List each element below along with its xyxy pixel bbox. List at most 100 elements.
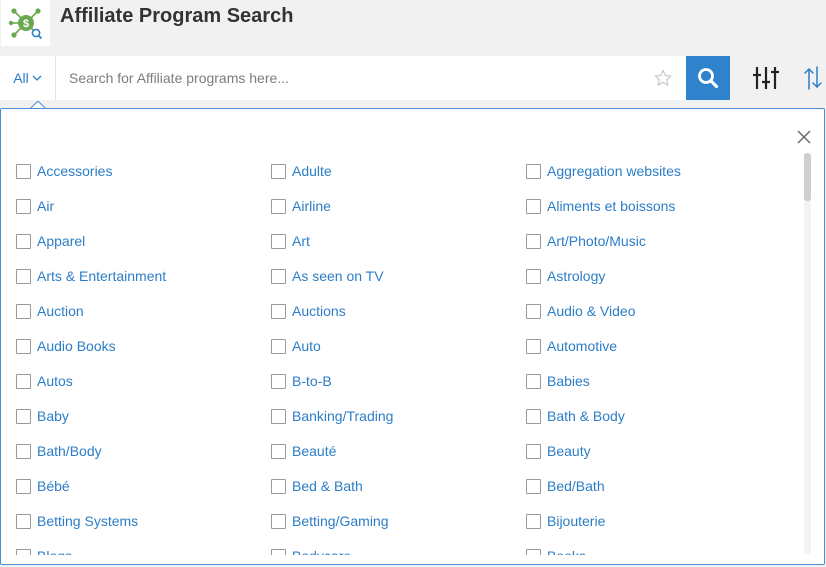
category-checkbox[interactable] bbox=[271, 548, 286, 555]
category-option[interactable]: Bed/Bath bbox=[526, 476, 605, 496]
category-checkbox[interactable] bbox=[526, 373, 541, 389]
category-label[interactable]: Betting/Gaming bbox=[292, 513, 389, 529]
category-checkbox[interactable] bbox=[271, 338, 286, 354]
category-option[interactable]: As seen on TV bbox=[271, 266, 384, 286]
category-checkbox[interactable] bbox=[16, 548, 31, 555]
category-checkbox[interactable] bbox=[16, 373, 31, 389]
category-option[interactable]: Aggregation websites bbox=[526, 161, 681, 181]
category-checkbox[interactable] bbox=[16, 478, 31, 494]
category-checkbox[interactable] bbox=[16, 198, 31, 214]
category-checkbox[interactable] bbox=[271, 233, 286, 249]
category-label[interactable]: Blogs bbox=[37, 548, 72, 555]
category-label[interactable]: Banking/Trading bbox=[292, 408, 393, 424]
category-option[interactable]: Accessories bbox=[16, 161, 112, 181]
category-checkbox[interactable] bbox=[16, 233, 31, 249]
sliders-icon[interactable] bbox=[752, 65, 780, 91]
category-checkbox[interactable] bbox=[16, 338, 31, 354]
scrollbar-thumb[interactable] bbox=[804, 153, 811, 201]
category-option[interactable]: Bath & Body bbox=[526, 406, 625, 426]
category-option[interactable]: Bijouterie bbox=[526, 511, 605, 531]
category-label[interactable]: Art bbox=[292, 233, 310, 249]
category-label[interactable]: Beauty bbox=[547, 443, 591, 459]
category-option[interactable]: Bath/Body bbox=[16, 441, 102, 461]
sort-arrows-icon[interactable] bbox=[803, 65, 823, 91]
category-checkbox[interactable] bbox=[526, 513, 541, 529]
category-option[interactable]: Betting Systems bbox=[16, 511, 138, 531]
category-label[interactable]: Art/Photo/Music bbox=[547, 233, 646, 249]
category-option[interactable]: Autos bbox=[16, 371, 73, 391]
search-input[interactable] bbox=[56, 56, 646, 100]
category-checkbox[interactable] bbox=[271, 163, 286, 179]
category-option[interactable]: Airline bbox=[271, 196, 331, 216]
category-option[interactable]: Beauty bbox=[526, 441, 591, 461]
category-label[interactable]: Bed & Bath bbox=[292, 478, 363, 494]
category-label[interactable]: Aliments et boissons bbox=[547, 198, 675, 214]
category-option[interactable]: Astrology bbox=[526, 266, 605, 286]
app-logo[interactable]: $ bbox=[1, 0, 50, 46]
category-checkbox[interactable] bbox=[526, 233, 541, 249]
category-option[interactable]: Bed & Bath bbox=[271, 476, 363, 496]
category-option[interactable]: Blogs bbox=[16, 546, 72, 555]
category-label[interactable]: Auction bbox=[37, 303, 84, 319]
category-label[interactable]: Bébé bbox=[37, 478, 70, 494]
category-label[interactable]: Betting Systems bbox=[37, 513, 138, 529]
category-label[interactable]: Audio & Video bbox=[547, 303, 635, 319]
category-label[interactable]: Autos bbox=[37, 373, 73, 389]
category-label[interactable]: Air bbox=[37, 198, 54, 214]
category-option[interactable]: Apparel bbox=[16, 231, 85, 251]
category-label[interactable]: Bath/Body bbox=[37, 443, 102, 459]
category-option[interactable]: Auction bbox=[16, 301, 84, 321]
category-label[interactable]: Adulte bbox=[292, 163, 332, 179]
category-checkbox[interactable] bbox=[271, 478, 286, 494]
category-checkbox[interactable] bbox=[271, 198, 286, 214]
category-checkbox[interactable] bbox=[16, 303, 31, 319]
category-label[interactable]: Arts & Entertainment bbox=[37, 268, 166, 284]
category-label[interactable]: Bijouterie bbox=[547, 513, 605, 529]
category-label[interactable]: Bed/Bath bbox=[547, 478, 605, 494]
category-checkbox[interactable] bbox=[271, 408, 286, 424]
search-button[interactable] bbox=[686, 56, 730, 100]
scrollbar[interactable] bbox=[804, 153, 811, 554]
category-option[interactable]: Audio Books bbox=[16, 336, 116, 356]
category-label[interactable]: Babies bbox=[547, 373, 590, 389]
category-label[interactable]: Auto bbox=[292, 338, 321, 354]
category-checkbox[interactable] bbox=[271, 373, 286, 389]
category-option[interactable]: Audio & Video bbox=[526, 301, 635, 321]
category-checkbox[interactable] bbox=[271, 513, 286, 529]
category-checkbox[interactable] bbox=[16, 268, 31, 284]
close-icon[interactable] bbox=[796, 129, 812, 145]
category-checkbox[interactable] bbox=[16, 443, 31, 459]
category-option[interactable]: Aliments et boissons bbox=[526, 196, 675, 216]
category-option[interactable]: Bodycare bbox=[271, 546, 351, 555]
category-checkbox[interactable] bbox=[526, 408, 541, 424]
category-label[interactable]: Bath & Body bbox=[547, 408, 625, 424]
category-option[interactable]: Art bbox=[271, 231, 310, 251]
category-option[interactable]: Beauté bbox=[271, 441, 336, 461]
category-label[interactable]: As seen on TV bbox=[292, 268, 384, 284]
category-option[interactable]: Adulte bbox=[271, 161, 332, 181]
category-checkbox[interactable] bbox=[16, 408, 31, 424]
category-label[interactable]: Auctions bbox=[292, 303, 346, 319]
category-checkbox[interactable] bbox=[526, 443, 541, 459]
category-option[interactable]: Automotive bbox=[526, 336, 617, 356]
star-icon[interactable] bbox=[654, 69, 672, 87]
category-checkbox[interactable] bbox=[526, 163, 541, 179]
category-option[interactable]: Auto bbox=[271, 336, 321, 356]
scope-dropdown[interactable]: All bbox=[0, 56, 56, 100]
category-option[interactable]: Banking/Trading bbox=[271, 406, 393, 426]
category-checkbox[interactable] bbox=[526, 338, 541, 354]
category-option[interactable]: Babies bbox=[526, 371, 590, 391]
category-label[interactable]: B-to-B bbox=[292, 373, 332, 389]
category-option[interactable]: Arts & Entertainment bbox=[16, 266, 166, 286]
category-checkbox[interactable] bbox=[16, 163, 31, 179]
category-checkbox[interactable] bbox=[16, 513, 31, 529]
category-checkbox[interactable] bbox=[271, 303, 286, 319]
category-option[interactable]: Art/Photo/Music bbox=[526, 231, 646, 251]
category-option[interactable]: Betting/Gaming bbox=[271, 511, 389, 531]
category-label[interactable]: Bodycare bbox=[292, 548, 351, 555]
category-checkbox[interactable] bbox=[526, 478, 541, 494]
category-checkbox[interactable] bbox=[526, 198, 541, 214]
category-label[interactable]: Automotive bbox=[547, 338, 617, 354]
category-option[interactable]: Air bbox=[16, 196, 54, 216]
category-option[interactable]: B-to-B bbox=[271, 371, 332, 391]
